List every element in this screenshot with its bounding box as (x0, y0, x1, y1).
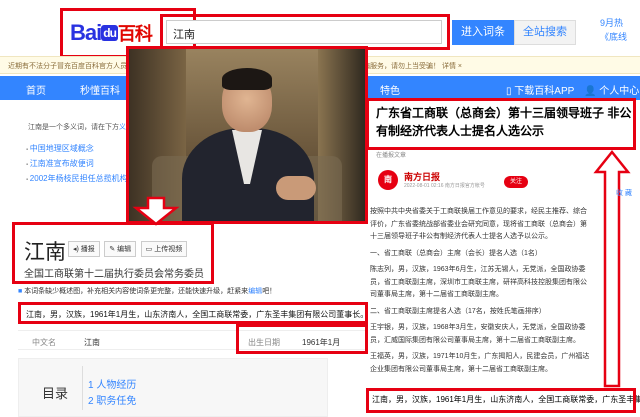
related-link[interactable]: 江南准宣布故便词 (26, 157, 128, 172)
disambiguation-note: 江南是一个多义词，请在下方义项 (28, 122, 133, 132)
publish-meta: 2022-08-01 02:16 南方日报官方帐号 (404, 183, 485, 189)
nav-download-app[interactable]: ▯ 下载百科APP (506, 82, 574, 97)
highlight-box-summary (18, 302, 368, 324)
source-label: 在播报文章 (376, 153, 407, 159)
related-links: 中国地理区域概念 江南准宣布故便词 2002年杨枝民担任总揽机构 (26, 142, 128, 187)
highlight-box-title (12, 222, 214, 284)
nav-tese[interactable]: 特色 (380, 82, 400, 97)
publisher-logo[interactable]: 南 (378, 170, 398, 190)
info-key: 中文名 (32, 338, 56, 347)
nav-home[interactable]: 首页 (26, 82, 46, 97)
up-arrow-annotation (593, 150, 631, 388)
info-value: 江南 (84, 338, 100, 347)
article-body: 按照中共中央省委关于工商联换届工作意见的要求，经民主推荐、综合评价，广东省委统战… (370, 206, 592, 380)
site-search-button[interactable]: 全站搜索 (514, 20, 576, 45)
article-paragraph: 按照中共中央省委关于工商联换届工作意见的要求，经民主推荐、综合评价，广东省委统战… (370, 208, 587, 240)
article-paragraph: 王福英，男，汉族，1971年10月生，广东揭阳人，民建会员，广州福达企业集团有限… (370, 353, 590, 373)
highlight-box-article-title (366, 98, 636, 150)
toc-title: 目录 (42, 386, 69, 401)
top-right-hot[interactable]: 9月热 《底线 (600, 16, 627, 44)
missing-image-note: ■ 本词条缺少概述图，补充相关内容使词条更完整，还能快速升级，赶紧来编辑吧！ (18, 288, 277, 295)
nav-miaodong[interactable]: 秒懂百科 (80, 82, 120, 97)
user-icon: 👤 (584, 86, 600, 97)
down-arrow-annotation (132, 196, 180, 226)
toc-item[interactable]: 1 人物经历 (88, 376, 136, 391)
highlight-box-search (160, 14, 450, 50)
nav-user-center[interactable]: 👤 个人中心 (584, 82, 639, 97)
enter-entry-button[interactable]: 进入词条 (452, 20, 514, 45)
toc-divider (82, 366, 83, 410)
follow-button[interactable]: 关注 (504, 176, 528, 188)
highlight-box-birth (236, 324, 368, 354)
toc-item[interactable]: 2 职务任免 (88, 392, 136, 407)
edit-link[interactable]: 编辑 (248, 288, 262, 295)
highlight-box-bottom (366, 388, 636, 413)
side-collect-button[interactable]: 收 藏 (616, 188, 640, 200)
article-paragraph: 王宇银，男，汉族，1968年3月生，安徽安庆人，无党派，全国政协委员，汇威国际集… (370, 324, 586, 344)
related-link[interactable]: 2002年杨枝民担任总揽机构 (26, 172, 128, 187)
article-paragraph: 陈志列，男，汉族，1963年6月生，江苏无锡人，无党派，全国政协委员，省工商联副… (370, 266, 587, 298)
article-paragraph: 一、省工商联（总商会）主席（会长）提名人选（1名） (370, 249, 542, 257)
related-link[interactable]: 中国地理区域概念 (26, 142, 128, 157)
article-paragraph: 二、省工商联副主席提名人选（17名，按姓氏笔画排序） (370, 307, 546, 315)
